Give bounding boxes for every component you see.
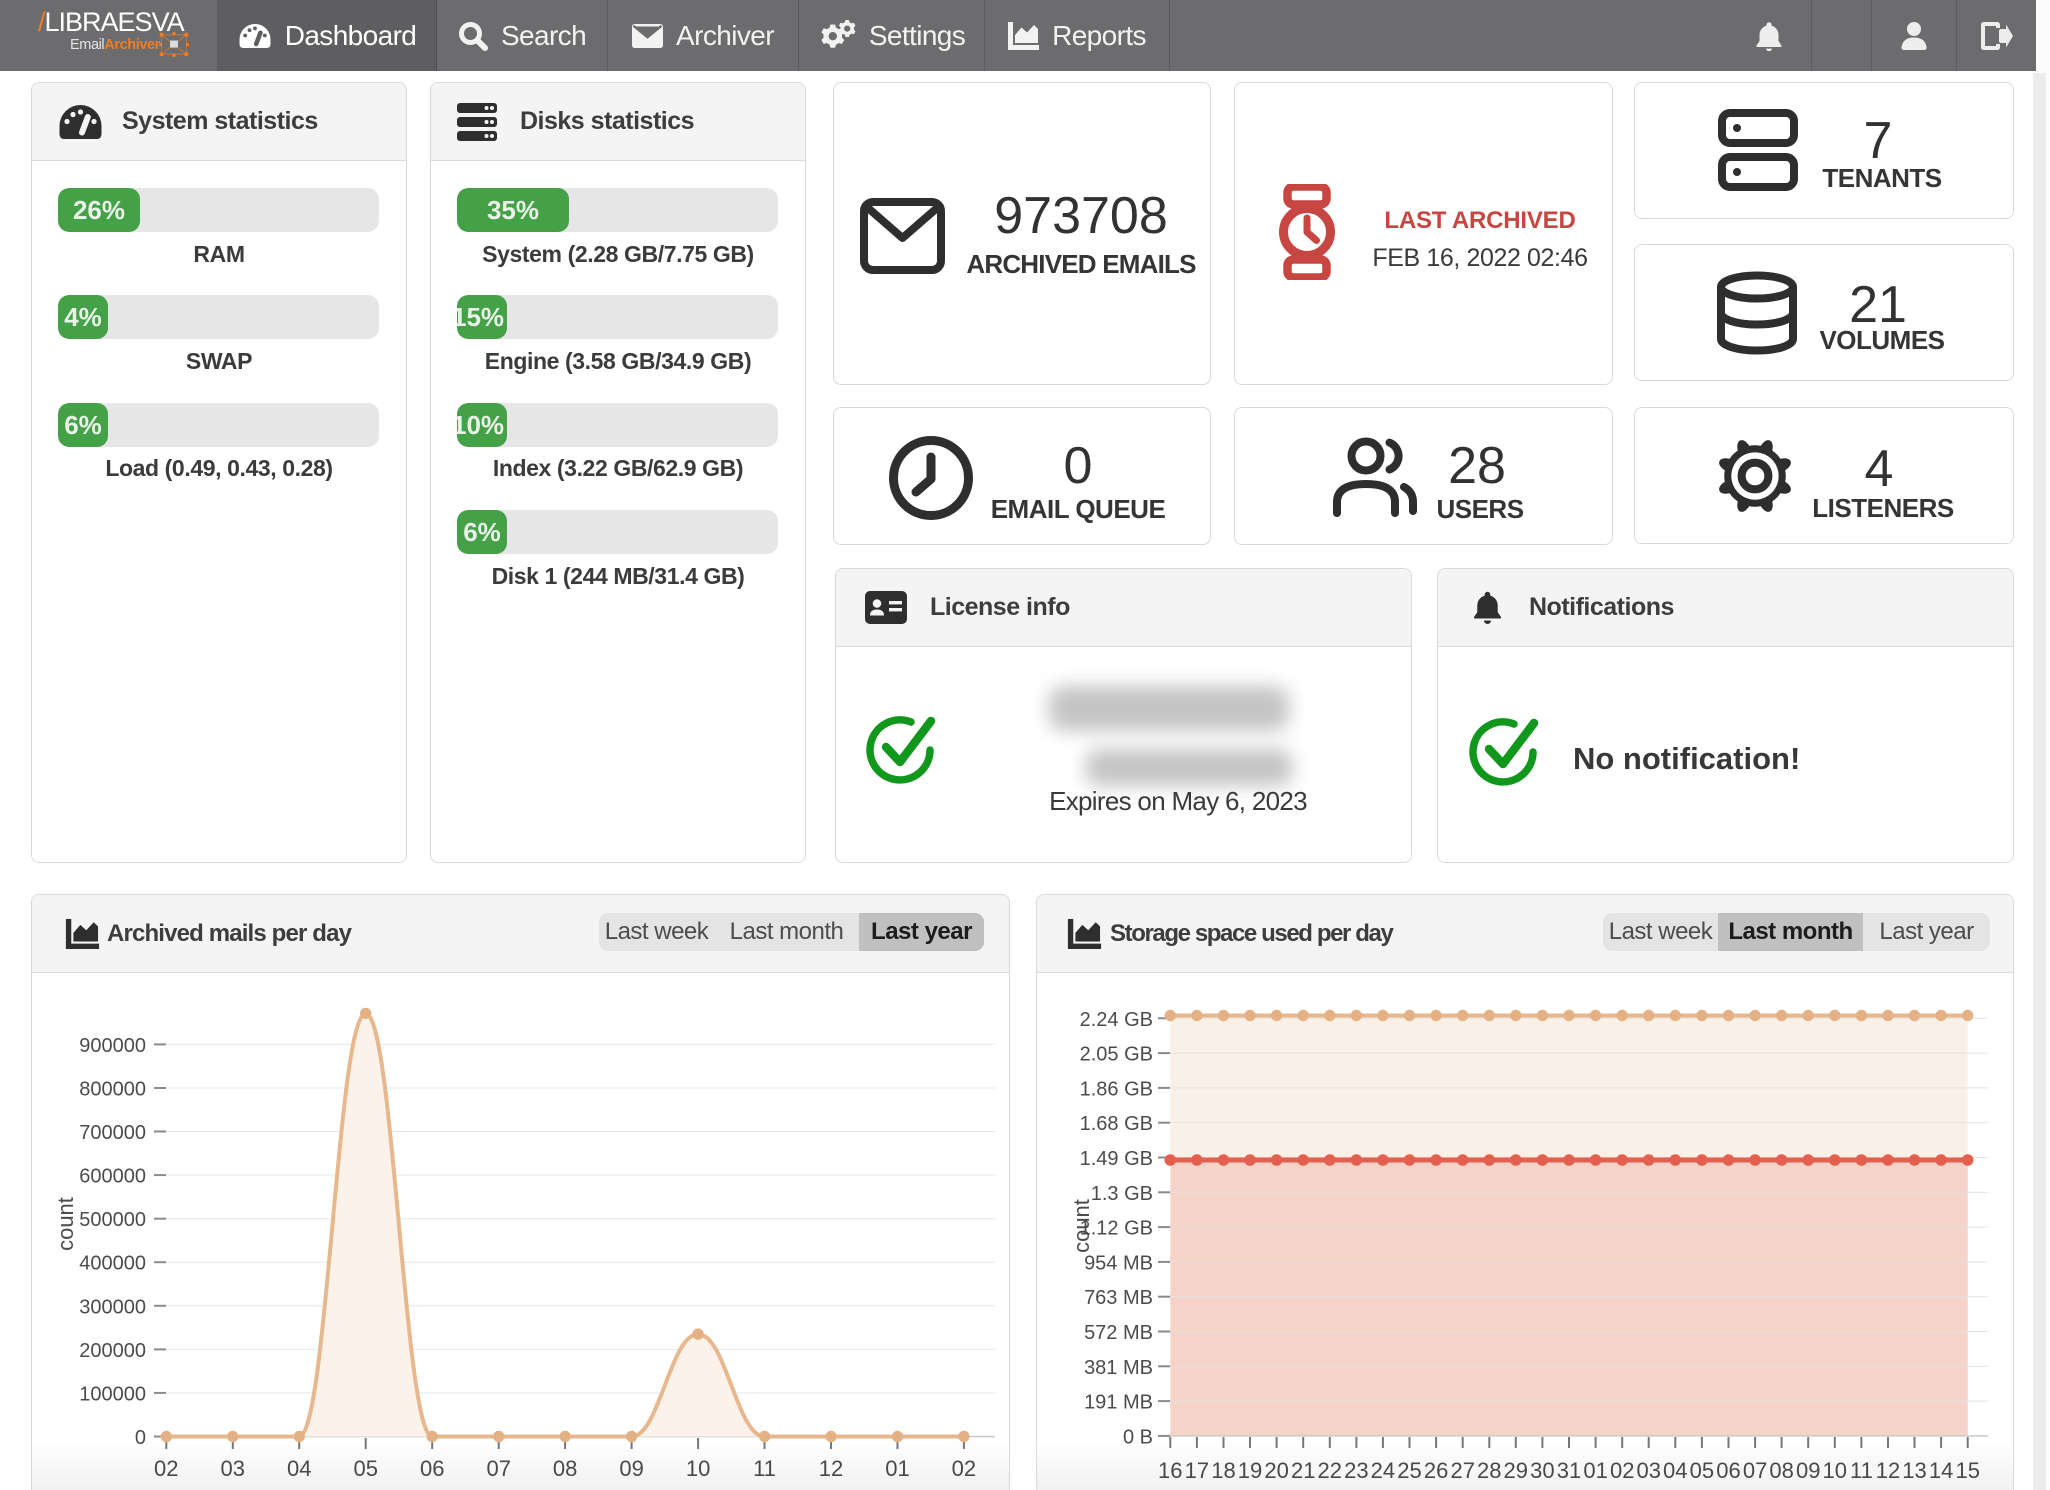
svg-text:500000: 500000 [79,1209,146,1231]
svg-text:191 MB: 191 MB [1084,1392,1153,1414]
svg-text:381 MB: 381 MB [1084,1357,1153,1379]
svg-text:572 MB: 572 MB [1084,1322,1153,1344]
svg-text:900000: 900000 [79,1035,146,1057]
svg-text:1.68 GB: 1.68 GB [1080,1113,1153,1135]
svg-text:700000: 700000 [79,1122,146,1144]
svg-text:1.86 GB: 1.86 GB [1080,1078,1153,1100]
svg-text:954 MB: 954 MB [1084,1252,1153,1274]
svg-text:count: count [53,1197,78,1251]
svg-text:1.49 GB: 1.49 GB [1080,1148,1153,1170]
svg-text:800000: 800000 [79,1079,146,1101]
svg-text:1.3 GB: 1.3 GB [1091,1183,1153,1205]
svg-text:400000: 400000 [79,1253,146,1275]
svg-text:763 MB: 763 MB [1084,1287,1153,1309]
svg-text:2.05 GB: 2.05 GB [1080,1044,1153,1066]
svg-text:count: count [1069,1199,1094,1253]
svg-text:100000: 100000 [79,1383,146,1405]
svg-text:200000: 200000 [79,1340,146,1362]
svg-text:600000: 600000 [79,1166,146,1188]
svg-text:300000: 300000 [79,1296,146,1318]
svg-text:2.24 GB: 2.24 GB [1080,1009,1153,1031]
